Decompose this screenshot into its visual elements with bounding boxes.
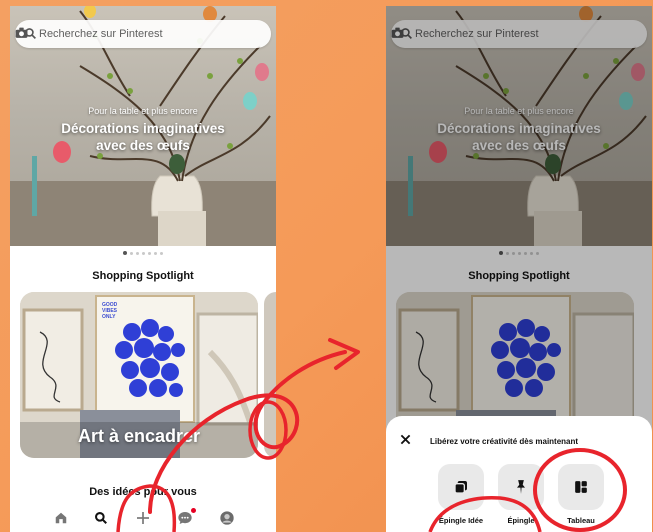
profile-icon xyxy=(220,511,234,525)
carousel-dot xyxy=(123,251,127,255)
tab-search[interactable] xyxy=(90,507,112,529)
card-label: Art à encadrer xyxy=(77,426,201,446)
tab-profile[interactable] xyxy=(216,507,238,529)
create-bottom-sheet: Libérez votre créativité dès maintenant … xyxy=(386,416,652,532)
tab-messages[interactable] xyxy=(174,507,196,529)
carousel-dot xyxy=(154,252,157,255)
section-title: Shopping Spotlight xyxy=(92,270,194,282)
close-button[interactable] xyxy=(400,432,411,450)
shopping-card-next[interactable] xyxy=(264,292,276,458)
hero-subtitle: Pour la table et plus encore xyxy=(88,106,198,116)
carousel-indicator xyxy=(10,251,276,255)
carousel-dot xyxy=(142,252,145,255)
arrow-head-annotation xyxy=(328,338,360,370)
create-board-button[interactable] xyxy=(558,464,604,510)
plus-icon xyxy=(137,512,149,524)
hero-banner[interactable]: Pour la table et plus encore Décorations… xyxy=(10,6,276,246)
option-label-board: Tableau xyxy=(567,516,595,525)
close-icon xyxy=(400,434,411,445)
hero-title-line-2: avec des œufs xyxy=(96,138,190,153)
pin-icon xyxy=(517,480,525,494)
search-icon xyxy=(95,512,107,524)
create-idea-pin-button[interactable] xyxy=(438,464,484,510)
bottom-tab-bar xyxy=(10,504,276,532)
home-icon xyxy=(55,512,67,524)
chat-icon xyxy=(178,512,192,524)
carousel-dot xyxy=(136,252,139,255)
board-icon xyxy=(575,481,587,493)
tab-home[interactable] xyxy=(50,507,72,529)
phone-screen-left: Pour la table et plus encore Décorations… xyxy=(10,6,276,532)
hero-title-line-1: Décorations imaginatives xyxy=(61,121,225,136)
sheet-title: Libérez votre créativité dès maintenant xyxy=(430,437,579,446)
carousel-dot xyxy=(160,252,163,255)
search-bar[interactable] xyxy=(15,20,271,48)
shopping-card-art[interactable]: GOOD VIBES ONLY Art à encadrer xyxy=(20,292,258,458)
tab-create[interactable] xyxy=(132,507,154,529)
hero-title: Décorations imaginatives avec des œufs xyxy=(10,120,276,154)
phone-screen-right: Pour la table et plus encore Décorations… xyxy=(386,6,652,532)
idea-pin-icon xyxy=(454,481,467,494)
carousel-dot xyxy=(130,252,133,255)
search-input[interactable] xyxy=(39,25,239,43)
carousel-dot xyxy=(148,252,151,255)
create-pin-button[interactable] xyxy=(498,464,544,510)
poster-text: ONLY xyxy=(102,314,116,320)
camera-icon[interactable] xyxy=(15,27,28,39)
notification-dot xyxy=(191,508,196,513)
ideas-title: Des idées pour vous xyxy=(89,486,197,498)
